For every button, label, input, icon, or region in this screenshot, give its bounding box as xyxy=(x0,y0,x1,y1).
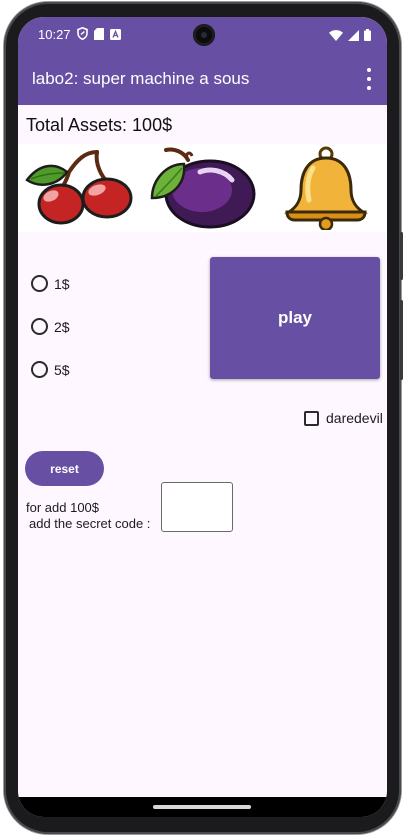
reel-1 xyxy=(18,144,141,232)
secret-code-input[interactable] xyxy=(161,482,233,532)
bet-option-5[interactable]: 5$ xyxy=(31,348,70,391)
front-camera xyxy=(193,24,215,46)
reset-button[interactable]: reset xyxy=(25,451,104,486)
status-time: 10:27 xyxy=(38,27,71,42)
phone-screen: 10:27 labo2: super machine a sous Total … xyxy=(18,17,387,817)
cherries-icon xyxy=(24,150,132,225)
play-button[interactable]: play xyxy=(210,257,380,379)
more-vert-icon[interactable] xyxy=(365,68,373,90)
status-bar: 10:27 xyxy=(18,17,387,55)
navigation-bar xyxy=(18,797,387,817)
daredevil-checkbox[interactable]: daredevil xyxy=(304,410,383,426)
daredevil-label: daredevil xyxy=(326,410,383,426)
radio-button[interactable] xyxy=(31,318,48,335)
secret-code-hint-line2: add the secret code : xyxy=(29,516,151,531)
battery-icon xyxy=(364,28,371,46)
bet-option-label: 1$ xyxy=(54,275,70,292)
shield-icon xyxy=(77,26,88,45)
reel-2 xyxy=(141,144,264,232)
secret-code-hint-line1: for add 100$ xyxy=(26,500,100,515)
app-title: labo2: super machine a sous xyxy=(32,69,250,88)
bet-radio-group: 1$ 2$ 5$ xyxy=(31,262,70,391)
sd-card-icon xyxy=(94,27,104,45)
app-bar: labo2: super machine a sous xyxy=(18,55,387,105)
radio-button[interactable] xyxy=(31,361,48,378)
checkbox-box[interactable] xyxy=(304,410,319,426)
bet-option-label: 5$ xyxy=(54,361,70,378)
text-notification-icon xyxy=(110,27,121,45)
reel-3 xyxy=(264,144,387,232)
bet-option-1[interactable]: 1$ xyxy=(31,262,70,305)
bet-option-label: 2$ xyxy=(54,318,70,335)
power-button xyxy=(400,300,403,380)
plum-icon xyxy=(150,147,255,229)
total-assets-label: Total Assets: 100$ xyxy=(26,115,173,135)
home-gesture-handle[interactable] xyxy=(153,805,251,809)
radio-button[interactable] xyxy=(31,275,48,292)
signal-icon xyxy=(348,28,359,46)
wifi-icon xyxy=(329,28,343,46)
volume-button xyxy=(400,232,403,280)
bell-icon xyxy=(283,146,368,230)
slot-reels xyxy=(18,144,387,232)
bet-option-2[interactable]: 2$ xyxy=(31,305,70,348)
